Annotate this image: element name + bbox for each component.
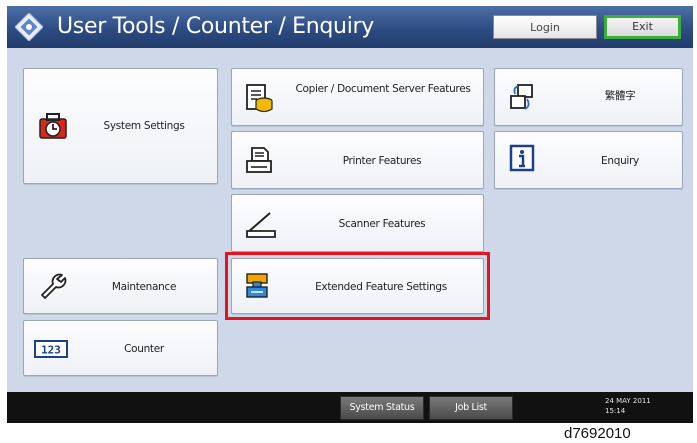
diamond-compass-icon: [15, 13, 43, 41]
printer-icon: [246, 147, 272, 173]
login-button[interactable]: Login: [493, 15, 597, 39]
info-icon: [509, 144, 535, 172]
extended-feature-icon: [246, 273, 268, 298]
system-status-button[interactable]: System Status: [340, 396, 424, 420]
language-button[interactable]: 繁體字: [494, 68, 683, 126]
scanner-lid-icon: [246, 212, 276, 238]
clock-date: 24 MAY 2011: [605, 397, 651, 405]
main-menu: System Settings Copier / Document Server…: [7, 48, 693, 392]
figure-caption: d7692010: [564, 425, 631, 442]
extended-feature-settings-label: Extended Feature Settings: [315, 281, 447, 293]
maintenance-label: Maintenance: [111, 281, 177, 293]
clock-time: 15:14: [605, 407, 626, 415]
wrench-icon: [41, 273, 67, 299]
page-title: User Tools / Counter / Enquiry: [57, 14, 374, 39]
copier-document-server-label: Copier / Document Server Features: [295, 83, 471, 95]
toolbox-clock-icon: [39, 113, 67, 139]
scanner-features-label: Scanner Features: [338, 218, 426, 230]
svg-text:123: 123: [41, 344, 61, 357]
enquiry-button[interactable]: Enquiry: [494, 131, 683, 189]
scanner-features-button[interactable]: Scanner Features: [231, 194, 484, 252]
system-settings-button[interactable]: System Settings: [23, 68, 218, 184]
printer-features-button[interactable]: Printer Features: [231, 131, 484, 189]
maintenance-button[interactable]: Maintenance: [23, 258, 218, 314]
language-label: 繁體字: [604, 90, 636, 102]
copier-stack-icon: [246, 84, 273, 113]
counter-123-icon: 123: [34, 340, 68, 358]
counter-button[interactable]: 123 Counter: [23, 320, 218, 376]
copier-document-server-button[interactable]: Copier / Document Server Features: [231, 68, 484, 126]
counter-label: Counter: [124, 343, 164, 355]
control-panel-screen: User Tools / Counter / Enquiry Login Exi…: [7, 6, 693, 423]
exit-button[interactable]: Exit: [604, 15, 681, 39]
system-settings-label: System Settings: [103, 120, 185, 132]
printer-features-label: Printer Features: [342, 155, 422, 167]
extended-feature-settings-button[interactable]: Extended Feature Settings: [231, 258, 484, 314]
status-bar: System Status Job List 24 MAY 2011 15:14: [7, 392, 693, 423]
title-bar: User Tools / Counter / Enquiry Login Exi…: [7, 6, 693, 48]
job-list-button[interactable]: Job List: [429, 396, 513, 420]
enquiry-label: Enquiry: [601, 155, 639, 167]
language-switch-icon: [510, 84, 533, 110]
clock: 24 MAY 2011 15:14: [605, 396, 651, 416]
